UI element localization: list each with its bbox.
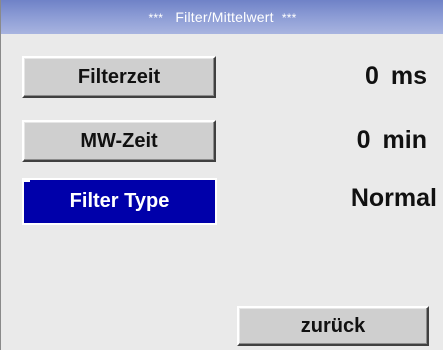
filterzeit-value: 0 ms	[365, 62, 427, 91]
mw-zeit-number: 0	[356, 126, 371, 154]
filter-type-value: Normal	[350, 184, 437, 212]
title-stars-right: ***	[281, 11, 297, 25]
filterzeit-button-label: Filterzeit	[77, 66, 161, 88]
back-button[interactable]: zurück	[237, 306, 429, 346]
title-bar: *** Filter/Mittelwert ***	[1, 0, 443, 34]
mw-zeit-button[interactable]: MW-Zeit	[22, 120, 216, 162]
selection-marker	[22, 178, 30, 182]
filterzeit-number: 0	[364, 62, 379, 90]
back-button-label: zurück	[300, 315, 366, 337]
filterzeit-unit: ms	[390, 62, 427, 90]
mw-zeit-value: 0 min	[357, 126, 427, 155]
filter-settings-screen: *** Filter/Mittelwert *** Filterzeit 0 ms…	[0, 0, 443, 350]
page-title: Filter/Mittelwert	[175, 9, 274, 25]
mw-zeit-button-label: MW-Zeit	[80, 130, 158, 152]
title-stars-left: ***	[148, 11, 164, 25]
filterzeit-button[interactable]: Filterzeit	[22, 56, 216, 98]
mw-zeit-unit: min	[382, 126, 427, 154]
filter-type-button-label: Filter Type	[69, 190, 170, 212]
filter-type-button[interactable]: Filter Type	[22, 178, 217, 225]
